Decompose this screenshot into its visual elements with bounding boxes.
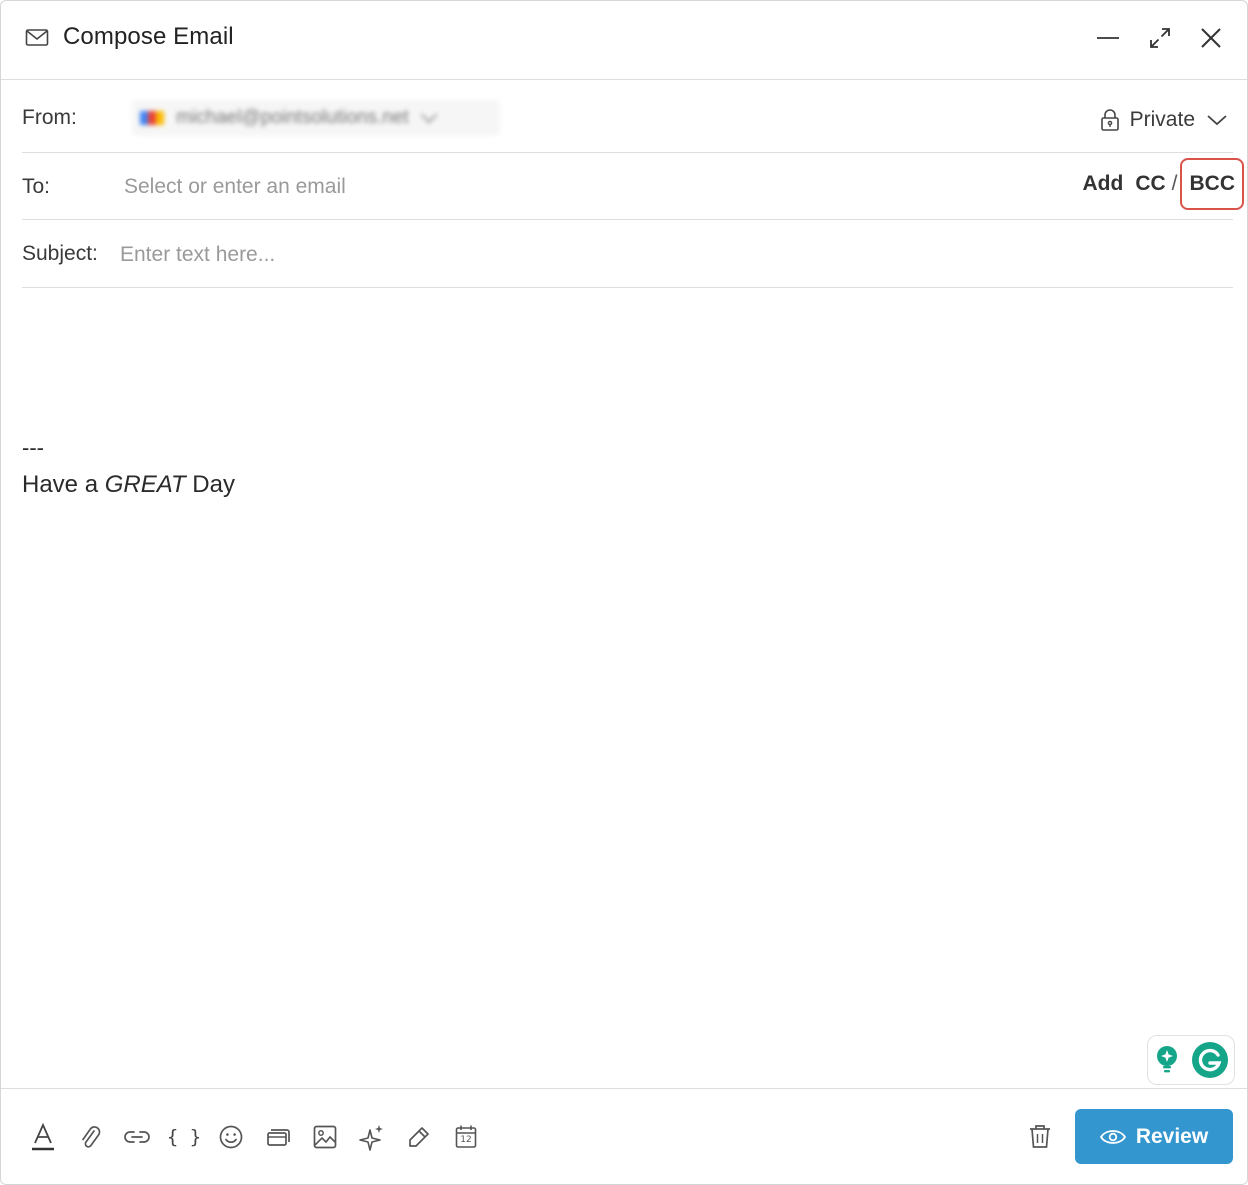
emoji-icon — [218, 1124, 244, 1150]
text-format-icon — [30, 1123, 56, 1151]
from-label: From: — [22, 106, 77, 129]
insert-image-button[interactable] — [311, 1123, 339, 1151]
signature-text: Have a GREAT Day — [22, 471, 235, 499]
mail-icon — [25, 27, 49, 49]
schedule-button[interactable]: 12 — [452, 1123, 480, 1151]
add-cc-bcc: Add CC / BCC — [1082, 158, 1244, 210]
calendar-day: 12 — [460, 1135, 472, 1145]
attachment-icon — [78, 1124, 102, 1150]
trash-icon — [1027, 1123, 1055, 1149]
minimize-icon — [1096, 26, 1120, 50]
close-button[interactable] — [1198, 25, 1224, 51]
privacy-label: Private — [1129, 108, 1195, 131]
ai-sparkle-icon — [359, 1123, 385, 1151]
attachment-button[interactable] — [76, 1123, 104, 1151]
eye-icon — [1099, 1129, 1126, 1145]
signature-separator: --- — [22, 435, 44, 460]
cc-bcc-separator: / — [1171, 172, 1178, 195]
lock-icon — [1100, 109, 1120, 131]
sender-address: michael@pointsolutions.net — [176, 107, 409, 128]
signature-post: Day — [185, 471, 235, 498]
grammarly-logo-icon[interactable] — [1191, 1041, 1229, 1079]
window-title: Compose Email — [63, 23, 234, 50]
signature-pre: Have a — [22, 471, 105, 498]
add-label: Add — [1082, 172, 1124, 195]
signature-button[interactable] — [405, 1123, 433, 1151]
expand-button[interactable] — [1147, 25, 1173, 51]
compose-email-window: Compose Email From: michael@pointsolutio… — [0, 0, 1248, 1185]
subject-row: Subject: — [22, 220, 1233, 288]
template-icon — [265, 1126, 291, 1148]
ai-assist-button[interactable] — [358, 1123, 386, 1151]
gmail-logo-icon — [140, 111, 164, 125]
email-body-editor[interactable]: --- Have a GREAT Day — [22, 291, 1233, 1081]
signature-pen-icon — [406, 1124, 432, 1150]
chevron-down-icon — [1207, 113, 1227, 127]
image-icon — [312, 1124, 338, 1150]
cc-button[interactable]: CC — [1135, 172, 1165, 196]
compose-toolbar: { } 12 Review — [1, 1088, 1247, 1184]
link-icon — [123, 1129, 151, 1145]
signature-emphasis: GREAT — [104, 471, 186, 498]
close-icon — [1199, 26, 1223, 50]
lightbulb-icon[interactable] — [1154, 1045, 1180, 1075]
recipient-input[interactable] — [122, 167, 1026, 207]
delete-draft-button[interactable] — [1027, 1123, 1055, 1151]
grammarly-widget[interactable] — [1147, 1035, 1235, 1085]
review-label: Review — [1135, 1124, 1209, 1148]
minimize-button[interactable] — [1095, 25, 1121, 51]
window-header: Compose Email — [1, 1, 1247, 80]
variables-button[interactable]: { } — [166, 1123, 202, 1151]
subject-label: Subject: — [22, 242, 98, 265]
to-label: To: — [22, 175, 51, 198]
link-button[interactable] — [123, 1123, 151, 1151]
template-button[interactable] — [264, 1123, 292, 1151]
sender-select[interactable]: michael@pointsolutions.net — [132, 100, 500, 136]
to-row: To: Add CC / BCC — [22, 153, 1244, 220]
expand-icon — [1148, 26, 1172, 50]
review-button[interactable]: Review — [1075, 1109, 1233, 1164]
emoji-button[interactable] — [217, 1123, 245, 1151]
bcc-button[interactable]: BCC — [1179, 158, 1244, 210]
text-format-button[interactable] — [29, 1123, 57, 1151]
privacy-dropdown[interactable]: Private — [1100, 108, 1227, 132]
subject-input[interactable] — [118, 235, 1222, 275]
calendar-icon: 12 — [454, 1124, 478, 1150]
variables-icon: { } — [166, 1126, 202, 1148]
chevron-down-icon — [420, 106, 438, 124]
from-row: From: michael@pointsolutions.net Private — [22, 80, 1233, 153]
